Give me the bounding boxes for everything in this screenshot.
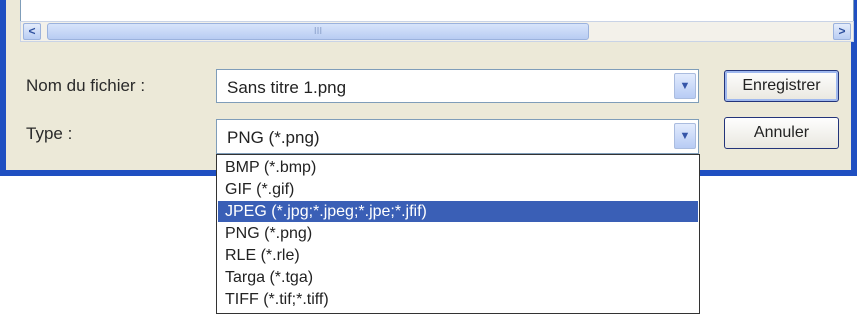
type-label: Type : — [26, 124, 73, 143]
horizontal-scrollbar[interactable]: < III > — [20, 21, 854, 42]
filename-combo[interactable]: Sans titre 1.png ▼ — [216, 69, 699, 103]
chevron-down-icon[interactable]: ▼ — [674, 73, 696, 99]
window-frame-left — [0, 0, 6, 176]
type-value[interactable]: PNG (*.png) — [227, 128, 320, 148]
cancel-button[interactable]: Annuler — [724, 117, 839, 149]
type-option-gif[interactable]: GIF (*.gif) — [218, 179, 698, 200]
type-option-tiff[interactable]: TIFF (*.tif;*.tiff) — [218, 289, 698, 310]
type-option-jpeg[interactable]: JPEG (*.jpg;*.jpeg;*.jpe;*.jfif) — [218, 201, 698, 222]
filename-value[interactable]: Sans titre 1.png — [227, 78, 346, 98]
type-option-targa[interactable]: Targa (*.tga) — [218, 267, 698, 288]
scroll-right-icon[interactable]: > — [833, 23, 851, 40]
type-option-bmp[interactable]: BMP (*.bmp) — [218, 157, 698, 178]
filename-label: Nom du fichier : — [26, 76, 146, 95]
type-option-png[interactable]: PNG (*.png) — [218, 223, 698, 244]
save-dialog: < III > Nom du fichier : Sans titre 1.pn… — [0, 0, 857, 176]
chevron-down-icon[interactable]: ▼ — [674, 123, 696, 149]
type-combo[interactable]: PNG (*.png) ▼ — [216, 119, 699, 154]
type-dropdown-list[interactable]: BMP (*.bmp) GIF (*.gif) JPEG (*.jpg;*.jp… — [216, 154, 700, 314]
scroll-thumb[interactable]: III — [47, 23, 589, 40]
type-option-rle[interactable]: RLE (*.rle) — [218, 245, 698, 266]
save-button[interactable]: Enregistrer — [724, 70, 839, 102]
scroll-left-icon[interactable]: < — [23, 23, 41, 40]
